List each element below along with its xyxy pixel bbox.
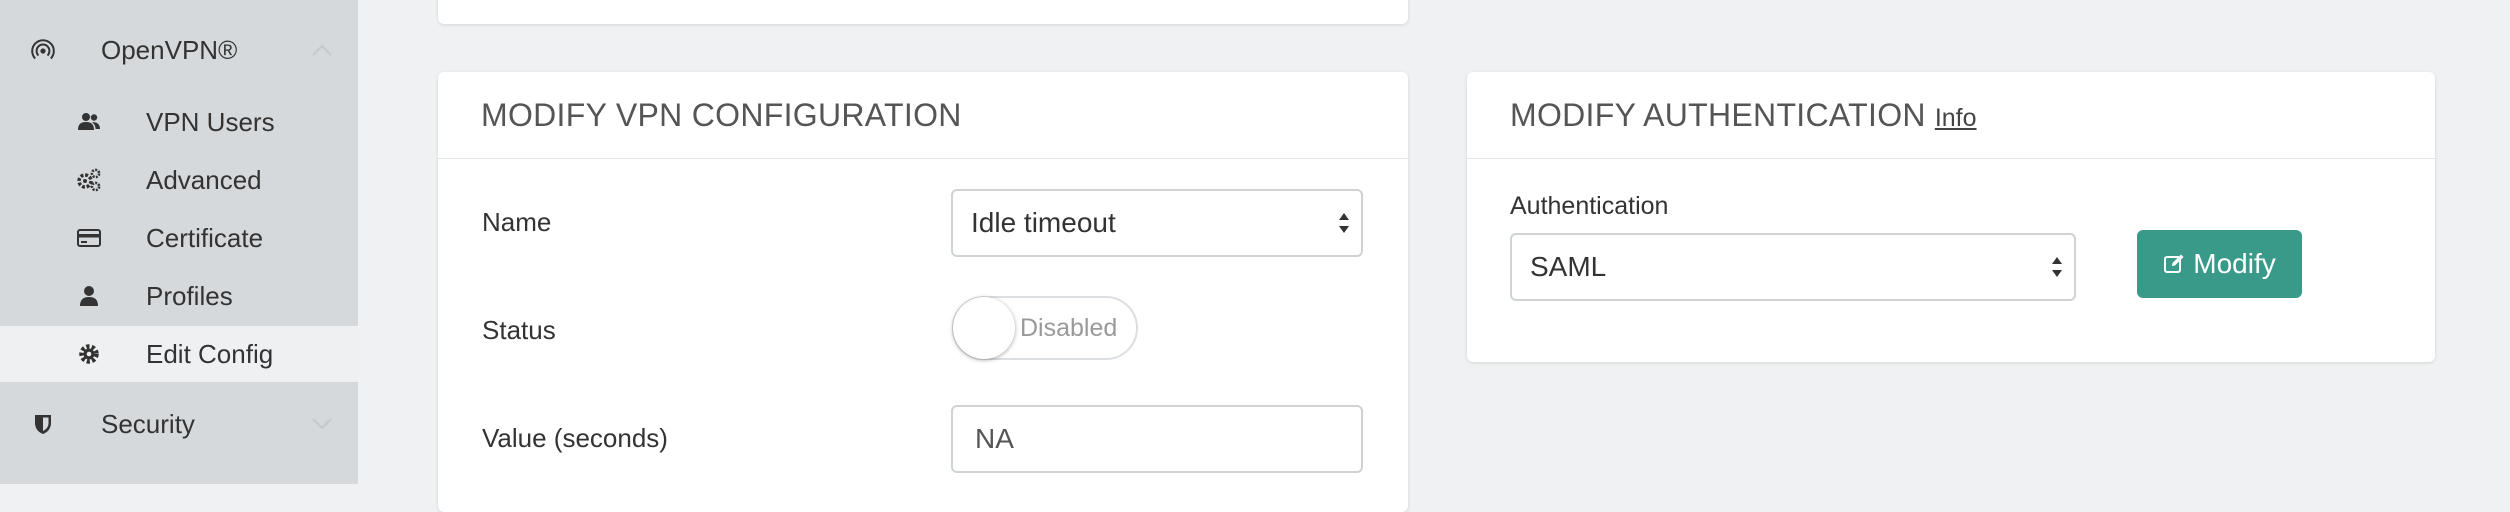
broadcast-icon [31,39,55,60]
sidebar-item-label: VPN Users [146,106,275,137]
sidebar-group-security[interactable]: Security [0,392,358,456]
sidebar-item-edit-config[interactable]: Edit Config [0,326,358,382]
previous-panel [438,0,1408,24]
chevron-down-icon[interactable] [311,417,333,431]
scrollbar[interactable] [2500,0,2510,484]
sidebar: OpenVPN® VPN Users Advanced Certificate [0,0,358,484]
sidebar-item-label: Certificate [146,222,264,253]
gear-icon [79,344,99,364]
sidebar-item-certificate[interactable]: Certificate [0,210,358,266]
authentication-label: Authentication [1510,192,1669,220]
vpn-config-title: MODIFY VPN CONFIGURATION [481,97,962,133]
auth-header: MODIFY AUTHENTICATION Info [1467,72,2435,159]
select-arrows-icon [2052,257,2062,277]
sidebar-item-advanced[interactable]: Advanced [0,152,358,208]
value-input-text: NA [975,423,1014,454]
sidebar-item-vpn-users[interactable]: VPN Users [0,94,358,150]
name-label: Name [482,207,552,237]
status-label: Status [482,315,556,345]
authentication-select-value: SAML [1530,251,1607,282]
value-label: Value (seconds) [482,423,668,453]
auth-panel: MODIFY AUTHENTICATION Info Authentication… [1467,72,2435,362]
shield-icon [35,415,51,434]
info-link[interactable]: Info [1935,104,1977,132]
modify-button[interactable]: Modify [2137,230,2302,298]
sidebar-item-label: Profiles [146,280,233,311]
status-toggle-label: Disabled [1020,314,1118,342]
sidebar-item-label: Advanced [146,164,262,195]
sidebar-item-label: Edit Config [146,338,274,369]
status-toggle[interactable]: Disabled [952,296,1138,360]
sidebar-group-label: Security [101,408,195,439]
chevron-up-icon[interactable] [311,43,333,57]
name-select-value: Idle timeout [971,207,1116,238]
value-input[interactable]: NA [951,405,1363,473]
edit-icon [2164,254,2184,273]
sidebar-item-profiles[interactable]: Profiles [0,268,358,324]
name-select[interactable]: Idle timeout [951,189,1363,257]
credit-card-icon [77,229,101,247]
sidebar-group-openvpn[interactable]: OpenVPN® [0,18,358,82]
authentication-select[interactable]: SAML [1510,233,2076,301]
user-icon [80,286,98,306]
vpn-config-header: MODIFY VPN CONFIGURATION [438,72,1408,159]
auth-title: MODIFY AUTHENTICATION Info [1510,72,1977,161]
toggle-knob [953,297,1015,359]
modify-button-label: Modify [2193,248,2276,279]
select-arrows-icon [1339,213,1349,233]
auth-title-text: MODIFY AUTHENTICATION [1510,97,1926,133]
users-icon [78,113,100,130]
vpn-config-panel: MODIFY VPN CONFIGURATION Name Idle timeo… [438,72,1408,512]
sidebar-group-label: OpenVPN® [101,34,238,65]
gears-icon [77,168,101,192]
